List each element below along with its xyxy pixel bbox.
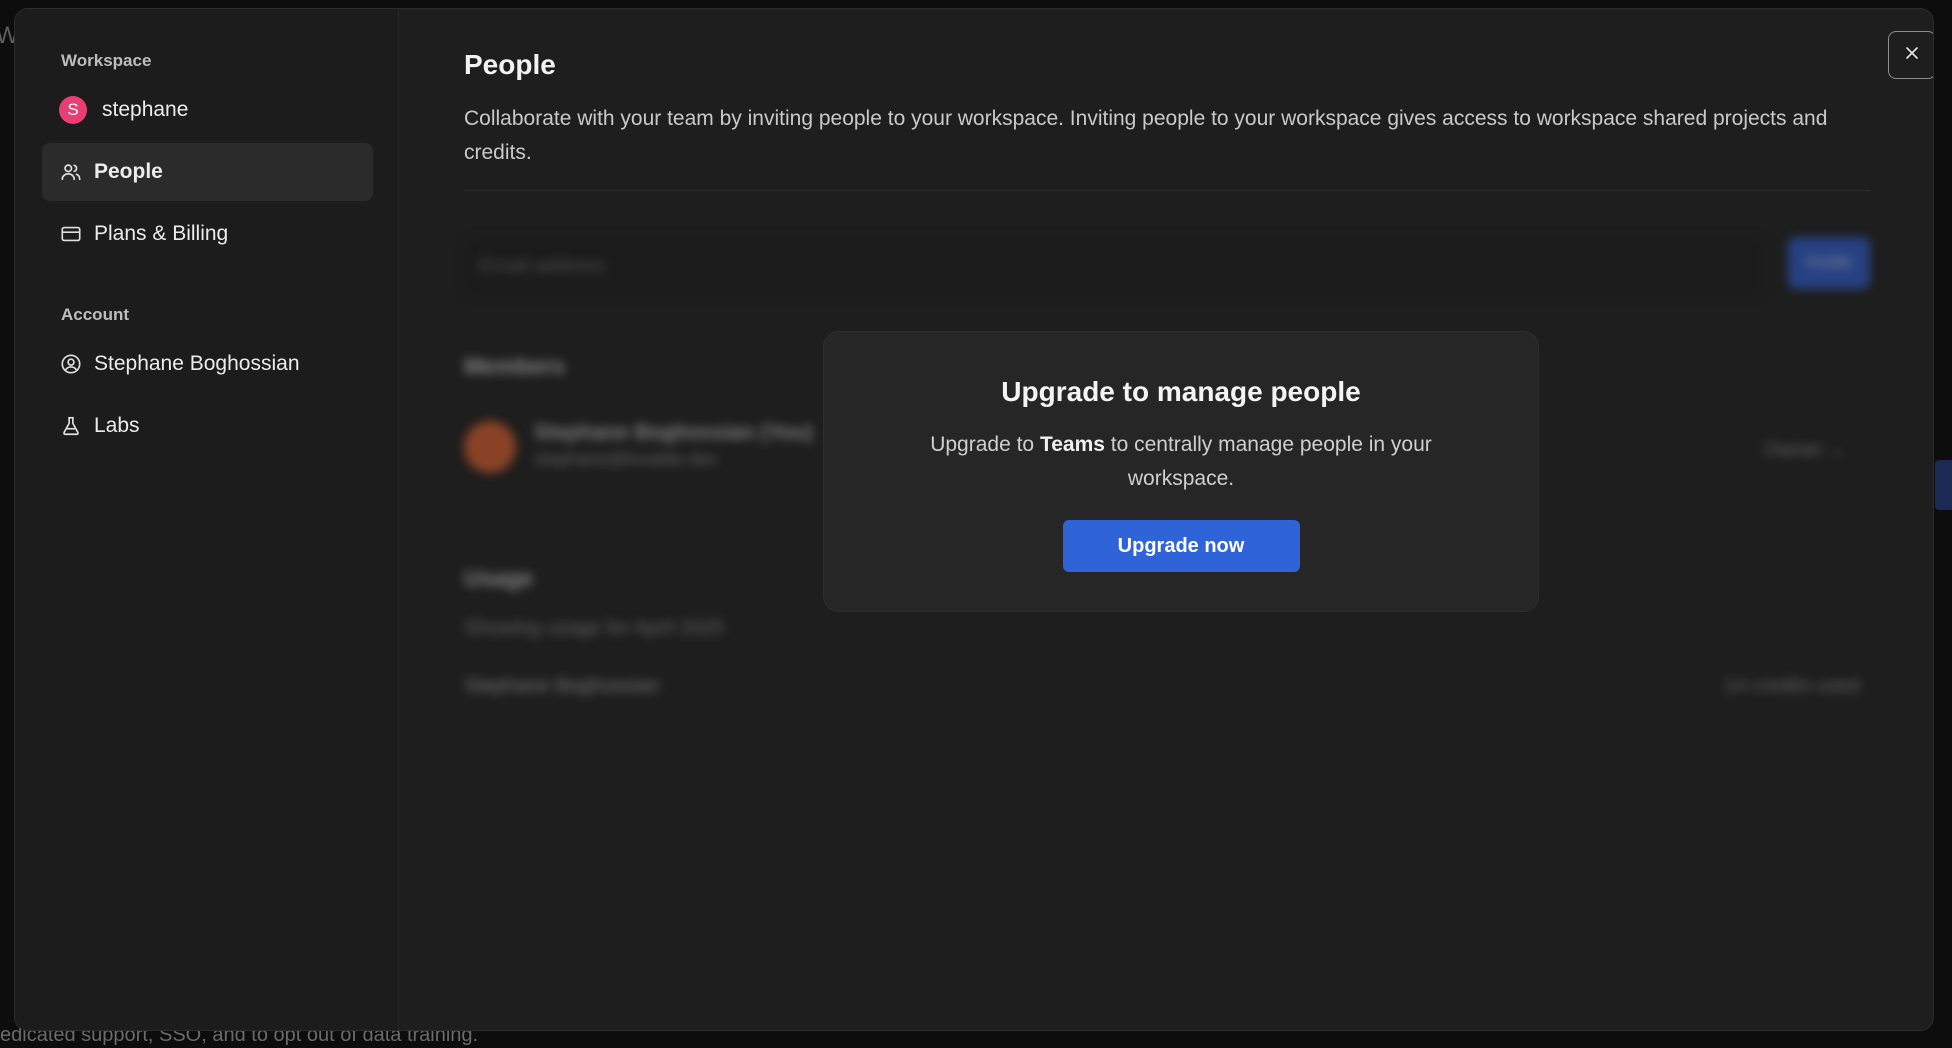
chevron-down-icon: ⌄: [1828, 439, 1846, 461]
workspace-name: stephane: [102, 98, 189, 121]
upgrade-title: Upgrade to manage people: [1001, 376, 1361, 407]
email-input[interactable]: [464, 237, 1764, 295]
members-heading: Members: [464, 353, 565, 379]
people-icon: [59, 160, 83, 184]
member-role-select[interactable]: Owner ⌄: [1764, 437, 1845, 462]
sidebar-item-account-profile[interactable]: Stephane Boghossian: [42, 335, 373, 393]
usage-credits: 14 credits used: [1724, 675, 1860, 697]
page-description: Collaborate with your team by inviting p…: [464, 107, 1828, 164]
sidebar-item-label: Plans & Billing: [94, 222, 229, 245]
sidebar-item-label: Labs: [94, 414, 140, 437]
usage-subtitle: Showing usage for April 2025: [464, 617, 725, 639]
member-avatar: [464, 421, 516, 473]
divider: [464, 190, 1870, 191]
upgrade-card: Upgrade to manage people Upgrade to Team…: [823, 331, 1539, 612]
workspace-avatar: S: [59, 96, 87, 124]
page-title: People: [464, 49, 556, 80]
close-button[interactable]: [1888, 31, 1933, 79]
upgrade-plan-name: Teams: [1039, 433, 1105, 456]
sidebar-item-workspace[interactable]: S stephane: [42, 81, 373, 139]
settings-sidebar: Workspace S stephane People Plans & Bill…: [15, 9, 399, 1030]
backdrop-strip: [1935, 460, 1952, 510]
sidebar-item-label: Stephane Boghossian: [94, 352, 300, 375]
member-email: stephane@lovable.dev: [534, 449, 718, 469]
sidebar-item-people[interactable]: People: [42, 143, 373, 201]
flask-icon: [59, 414, 83, 438]
member-role: Owner: [1764, 439, 1823, 461]
workspace-section-title: Workspace: [61, 51, 152, 70]
member-name: Stephane Boghossian (You): [534, 421, 813, 444]
upgrade-body: Upgrade to Teams to centrally manage peo…: [901, 428, 1461, 496]
close-icon: [1902, 43, 1922, 68]
credit-card-icon: [59, 222, 83, 246]
upgrade-now-button[interactable]: Upgrade now: [1062, 520, 1300, 572]
invite-button[interactable]: Invite: [1788, 237, 1870, 289]
sidebar-item-labs[interactable]: Labs: [42, 397, 373, 455]
usage-heading: Usage: [464, 565, 534, 591]
settings-modal: Workspace S stephane People Plans & Bill…: [14, 8, 1934, 1031]
account-section-title: Account: [61, 305, 129, 324]
usage-user: Stephane Boghossian: [464, 675, 660, 697]
upgrade-body-suffix: to centrally manage people in your works…: [1104, 433, 1432, 490]
upgrade-body-prefix: Upgrade to: [930, 433, 1040, 456]
user-circle-icon: [59, 352, 83, 376]
sidebar-item-label: People: [94, 160, 163, 183]
sidebar-item-plans-billing[interactable]: Plans & Billing: [42, 205, 373, 263]
